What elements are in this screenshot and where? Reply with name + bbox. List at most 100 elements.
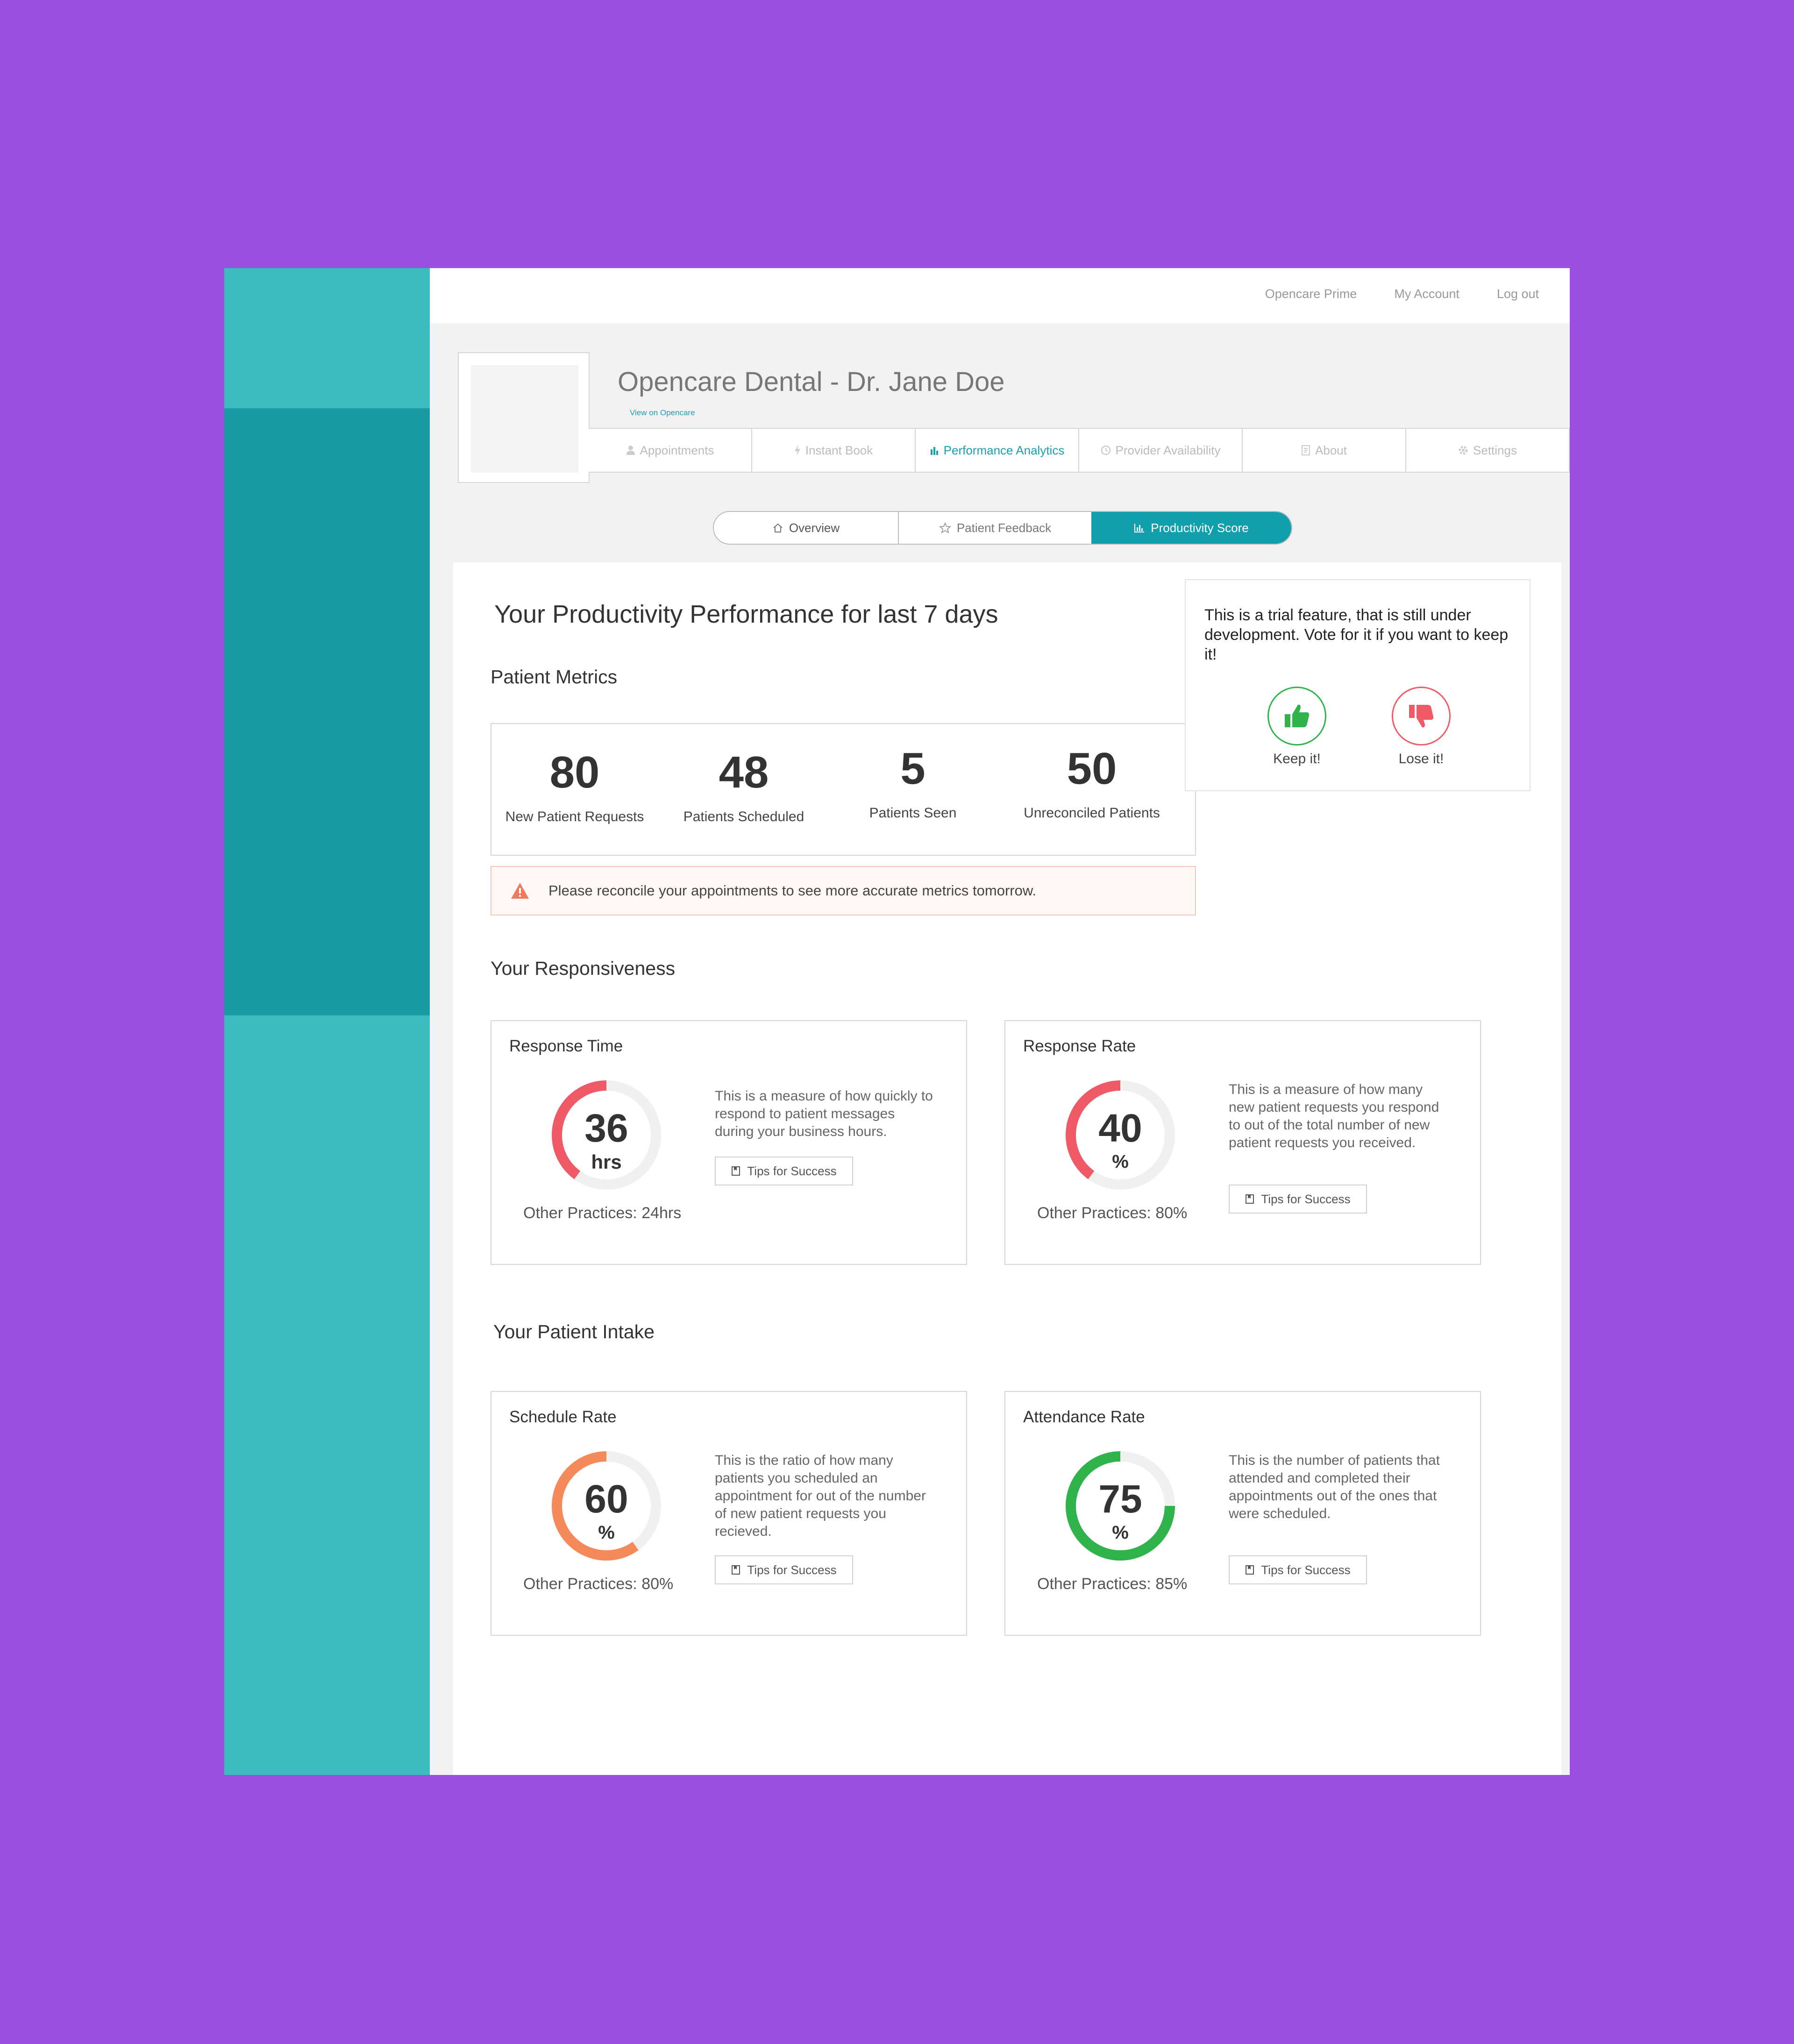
- tab-label: Settings: [1473, 443, 1517, 457]
- keep-it-vote: Keep it!: [1250, 687, 1344, 767]
- card-description: This is the number of patients that atte…: [1229, 1453, 1440, 1521]
- alert-text: Please reconcile your appointments to se…: [548, 882, 1037, 899]
- productivity-panel: Your Productivity Performance for last 7…: [453, 562, 1561, 1775]
- tips-for-success-button[interactable]: Tips for Success: [715, 1157, 853, 1185]
- thumbs-up-button[interactable]: [1267, 687, 1326, 745]
- sidebar-band: [224, 408, 430, 1015]
- tab-label: Provider Availability: [1115, 443, 1221, 457]
- gauge-unit: hrs: [591, 1151, 621, 1173]
- card-title: Attendance Rate: [1023, 1408, 1145, 1426]
- book-icon: [732, 1166, 740, 1176]
- schedule-rate-gauge: 60 %: [552, 1451, 661, 1561]
- response-time-card: Response Time 36 hrs Other Practices: 24…: [491, 1020, 967, 1265]
- subtab-overview[interactable]: Overview: [714, 512, 899, 544]
- top-bar: Opencare Prime My Account Log out: [430, 268, 1570, 323]
- trial-message: This is a trial feature, that is still u…: [1204, 606, 1509, 663]
- app-window: Opencare Prime My Account Log out Openca…: [224, 268, 1570, 1775]
- view-on-opencare-link[interactable]: View on Opencare: [630, 408, 695, 418]
- tab-label: Appointments: [640, 443, 714, 457]
- lose-it-vote: Lose it!: [1374, 687, 1468, 767]
- tab-label: About: [1315, 443, 1347, 457]
- gauge-unit: %: [1112, 1151, 1129, 1172]
- metric-value: 5: [900, 744, 925, 794]
- attendance-rate-gauge: 75 %: [1066, 1451, 1175, 1561]
- warning-icon: [511, 883, 529, 899]
- metric-new-patient-requests: 80 New Patient Requests: [500, 750, 649, 825]
- gauge-unit: %: [598, 1522, 615, 1543]
- metric-label: Patients Scheduled: [683, 809, 804, 824]
- card-description: This is a measure of how quickly to resp…: [715, 1088, 933, 1139]
- book-icon: [1246, 1565, 1254, 1575]
- star-icon: [939, 522, 951, 533]
- metric-patients-scheduled: 48 Patients Scheduled: [669, 750, 819, 825]
- other-practices: Other Practices: 85%: [1037, 1575, 1188, 1593]
- responsiveness-title: Your Responsiveness: [491, 958, 676, 979]
- tab-instant-book[interactable]: Instant Book: [752, 429, 916, 472]
- practice-logo: [458, 352, 590, 483]
- gauge-value: 40: [1098, 1106, 1142, 1150]
- tab-label: Instant Book: [805, 443, 873, 457]
- subtab-productivity-score[interactable]: Productivity Score: [1091, 512, 1291, 544]
- card-description: This is the ratio of how many patients y…: [715, 1453, 926, 1539]
- card-title: Schedule Rate: [509, 1408, 617, 1426]
- metric-unreconciled-patients: 50 Unreconciled Patients: [1012, 746, 1171, 821]
- tips-for-success-button[interactable]: Tips for Success: [715, 1555, 853, 1584]
- metric-label: Unreconciled Patients: [1024, 805, 1160, 821]
- response-rate-gauge: 40 %: [1065, 1080, 1175, 1190]
- tab-about[interactable]: About: [1243, 429, 1406, 472]
- tips-label: Tips for Success: [747, 1562, 837, 1577]
- gauge-value: 75: [1098, 1477, 1142, 1521]
- other-practices: Other Practices: 80%: [523, 1575, 674, 1593]
- other-practices: Other Practices: 80%: [1037, 1204, 1188, 1222]
- tab-provider-availability[interactable]: Provider Availability: [1079, 429, 1243, 472]
- tips-for-success-button[interactable]: Tips for Success: [1229, 1555, 1367, 1584]
- sub-tabs: Overview Patient Feedback Productivity S…: [713, 511, 1292, 545]
- tips-label: Tips for Success: [747, 1164, 837, 1178]
- keep-it-label: Keep it!: [1273, 751, 1321, 766]
- user-icon: [626, 446, 635, 455]
- tips-label: Tips for Success: [1261, 1192, 1351, 1206]
- tab-performance-analytics[interactable]: Performance Analytics: [916, 429, 1079, 472]
- schedule-rate-card: Schedule Rate 60 % Other Practices: 80% …: [491, 1391, 967, 1636]
- page-title: Opencare Dental - Dr. Jane Doe: [618, 367, 1005, 397]
- home-icon: [773, 523, 783, 532]
- reconcile-alert: Please reconcile your appointments to se…: [491, 866, 1196, 916]
- attendance-rate-card: Attendance Rate 75 % Other Practices: 85…: [1004, 1391, 1481, 1636]
- tab-label: Performance Analytics: [943, 443, 1065, 457]
- tips-label: Tips for Success: [1261, 1562, 1351, 1577]
- card-title: Response Time: [509, 1037, 623, 1055]
- section-heading: Your Productivity Performance for last 7…: [494, 600, 998, 628]
- content-area: Opencare Dental - Dr. Jane Doe View on O…: [430, 323, 1570, 1775]
- response-rate-card: Response Rate 40 % Other Practices: 80% …: [1004, 1020, 1481, 1265]
- thumbs-down-icon: [1409, 705, 1434, 728]
- opencare-prime-link[interactable]: Opencare Prime: [1265, 287, 1357, 301]
- tips-for-success-button[interactable]: Tips for Success: [1229, 1185, 1367, 1214]
- metric-value: 48: [719, 747, 769, 797]
- gear-icon: [1459, 446, 1468, 455]
- trial-feature-box: This is a trial feature, that is still u…: [1185, 579, 1531, 791]
- patient-intake-title: Your Patient Intake: [493, 1321, 655, 1342]
- gauge-value: 36: [584, 1106, 628, 1150]
- top-links: Opencare Prime My Account Log out: [1265, 287, 1539, 301]
- card-description: This is a measure of how many new patien…: [1229, 1082, 1439, 1150]
- subtab-label: Patient Feedback: [956, 520, 1052, 535]
- gauge-value: 60: [584, 1477, 628, 1521]
- metric-label: New Patient Requests: [505, 809, 644, 824]
- other-practices: Other Practices: 24hrs: [523, 1204, 682, 1222]
- lose-it-label: Lose it!: [1398, 751, 1444, 766]
- bar-chart-icon: [930, 447, 938, 455]
- tab-settings[interactable]: Settings: [1406, 429, 1570, 472]
- book-icon: [732, 1565, 740, 1575]
- bar-chart-icon: [1134, 524, 1145, 532]
- bolt-icon: [794, 445, 800, 456]
- logout-link[interactable]: Log out: [1497, 287, 1539, 301]
- tab-appointments[interactable]: Appointments: [589, 429, 752, 472]
- thumbs-down-button[interactable]: [1392, 687, 1451, 745]
- metric-label: Patients Seen: [869, 805, 957, 821]
- metric-value: 80: [549, 747, 600, 797]
- my-account-link[interactable]: My Account: [1394, 287, 1459, 301]
- logo-placeholder: [471, 365, 578, 473]
- subtab-patient-feedback[interactable]: Patient Feedback: [899, 512, 1091, 544]
- document-icon: [1302, 445, 1310, 455]
- metric-value: 50: [1067, 744, 1117, 794]
